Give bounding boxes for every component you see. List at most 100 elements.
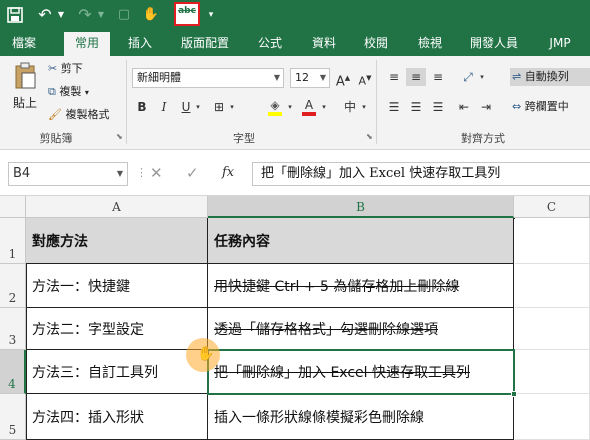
insert-function-icon[interactable]: fx bbox=[222, 165, 234, 180]
save-icon[interactable] bbox=[4, 4, 26, 26]
table-cell-b2[interactable]: 用快捷鍵 Ctrl + 5 為儲存格加上刪除線 bbox=[208, 264, 514, 308]
font-name-dropdown[interactable]: 新細明體 ▼ bbox=[132, 68, 284, 88]
row-header-3[interactable]: 3 bbox=[0, 308, 26, 350]
tab-data[interactable]: 資料 bbox=[304, 30, 344, 56]
tab-formulas[interactable]: 公式 bbox=[250, 30, 290, 56]
orientation-icon[interactable]: ⤢ bbox=[458, 68, 478, 86]
merge-center-button[interactable]: ⇔ 跨欄置中 bbox=[510, 98, 569, 116]
table-cell-a2[interactable]: 方法一：快捷鍵 bbox=[26, 264, 208, 308]
grow-font-label: A bbox=[335, 74, 345, 90]
paste-icon bbox=[15, 62, 36, 89]
touch-mode-icon[interactable]: ▢ bbox=[114, 4, 134, 26]
fill-color-dropdown-icon[interactable]: ▾ bbox=[286, 98, 294, 116]
shrink-font-label: A bbox=[358, 74, 367, 88]
merge-center-label: 跨欄置中 bbox=[524, 100, 569, 113]
row-header-4[interactable]: 4 bbox=[0, 350, 26, 394]
table-cell-a1[interactable]: 對應方法 bbox=[26, 218, 208, 264]
grow-font-button[interactable]: A▲ bbox=[334, 69, 352, 91]
align-top-icon[interactable]: ≡ bbox=[384, 68, 404, 86]
tab-jmp[interactable]: JMP bbox=[538, 30, 582, 56]
italic-button[interactable]: I bbox=[156, 98, 172, 116]
worksheet-grid[interactable]: A B C 1 2 3 4 5 對應方法 任務內容 方法一：快捷鍵 用快捷鍵 C… bbox=[0, 196, 590, 440]
redo-icon[interactable]: ↷ bbox=[74, 4, 96, 26]
copy-dropdown-icon: ▾ bbox=[84, 88, 89, 97]
format-painter-button[interactable]: 🖌 複製格式 bbox=[48, 106, 109, 124]
table-cell-b1[interactable]: 任務內容 bbox=[208, 218, 514, 264]
shrink-font-button[interactable]: A▼ bbox=[356, 69, 374, 91]
phonetic-dropdown-icon[interactable]: ▾ bbox=[360, 98, 368, 116]
column-header-a[interactable]: A bbox=[26, 196, 208, 218]
undo-icon[interactable]: ↶ bbox=[34, 4, 56, 26]
align-middle-icon[interactable]: ≡ bbox=[406, 68, 426, 86]
decrease-indent-icon[interactable]: ⇤ bbox=[454, 98, 474, 116]
table-cell-a4[interactable]: 方法三：自訂工具列 bbox=[26, 350, 208, 394]
align-bottom-icon[interactable]: ≡ bbox=[428, 68, 448, 86]
paste-button[interactable]: 貼上 bbox=[8, 62, 42, 120]
fill-handle[interactable] bbox=[511, 391, 517, 397]
column-header-b[interactable]: B bbox=[208, 196, 514, 218]
tab-insert[interactable]: 插入 bbox=[120, 30, 160, 56]
spelling-check-button[interactable]: abc bbox=[174, 2, 200, 26]
column-header-c[interactable]: C bbox=[514, 196, 590, 218]
borders-icon[interactable]: ⊞ bbox=[210, 98, 228, 116]
empty-cell[interactable] bbox=[515, 394, 590, 440]
tab-file[interactable]: 檔案 bbox=[4, 30, 44, 56]
fill-color-icon[interactable]: ◈ bbox=[266, 96, 284, 116]
underline-button[interactable]: U bbox=[178, 98, 194, 116]
redo-dropdown-icon[interactable]: ▼ bbox=[96, 4, 106, 26]
name-box-value: B4 bbox=[13, 166, 31, 181]
customize-qat-icon[interactable]: ▾ bbox=[206, 4, 216, 26]
paste-label: 貼上 bbox=[12, 96, 37, 110]
increase-indent-icon[interactable]: ⇥ bbox=[476, 98, 496, 116]
select-all-corner[interactable] bbox=[0, 196, 26, 218]
row-header-2[interactable]: 2 bbox=[0, 264, 26, 308]
table-cell-a3[interactable]: 方法二：字型設定 bbox=[26, 308, 208, 350]
wrap-text-label: 自動換列 bbox=[524, 70, 569, 83]
formula-bar-grip-icon: ⋮ bbox=[136, 166, 147, 179]
borders-dropdown-icon[interactable]: ▾ bbox=[228, 98, 236, 116]
name-box[interactable]: B4 ▼ bbox=[8, 162, 128, 186]
wrap-text-icon: ⇌ bbox=[512, 70, 522, 83]
font-color-button[interactable]: A bbox=[300, 96, 318, 116]
orientation-dropdown-icon[interactable]: ▾ bbox=[478, 68, 486, 86]
align-center-icon[interactable]: ☰ bbox=[406, 98, 426, 116]
quick-access-toolbar: ↶ ▼ ↷ ▼ ▢ ✋ abc ▾ bbox=[0, 0, 590, 30]
chevron-down-icon: ▼ bbox=[319, 73, 326, 82]
font-launcher-icon[interactable]: ⬊ bbox=[366, 132, 373, 141]
table-cell-a5[interactable]: 方法四：插入形狀 bbox=[26, 394, 208, 440]
enter-icon[interactable]: ✓ bbox=[186, 164, 199, 182]
ribbon: 貼上 ✂ 剪下 ⧉ 複製 ▾ 🖌 複製格式 剪貼簿 ⬊ 新細明體 ▼ 12 ▼ … bbox=[0, 56, 590, 150]
align-left-icon[interactable]: ☰ bbox=[384, 98, 404, 116]
empty-cell[interactable] bbox=[515, 308, 590, 350]
empty-cell[interactable] bbox=[515, 218, 590, 264]
table-cell-b4[interactable]: 把「刪除線」加入 Excel 快速存取工具列 bbox=[208, 350, 514, 394]
cancel-icon[interactable]: ✕ bbox=[150, 164, 163, 182]
bold-button[interactable]: B bbox=[134, 98, 150, 116]
empty-cell[interactable] bbox=[515, 350, 590, 394]
font-group-label: 字型 bbox=[233, 132, 255, 145]
wrap-text-button[interactable]: ⇌ 自動換列 bbox=[510, 68, 590, 86]
copy-button[interactable]: ⧉ 複製 ▾ bbox=[48, 83, 89, 102]
clipboard-launcher-icon[interactable]: ⬊ bbox=[116, 132, 123, 141]
custom-tool-icon[interactable]: ✋ bbox=[140, 4, 162, 26]
tab-page-layout[interactable]: 版面配置 bbox=[172, 30, 238, 56]
undo-dropdown-icon[interactable]: ▼ bbox=[56, 4, 66, 26]
brush-icon: 🖌 bbox=[48, 108, 62, 121]
ribbon-divider bbox=[376, 60, 377, 144]
tab-review[interactable]: 校閱 bbox=[356, 30, 396, 56]
table-cell-b3[interactable]: 透過「儲存格格式」勾選刪除線選項 bbox=[208, 308, 514, 350]
underline-dropdown-icon[interactable]: ▾ bbox=[194, 98, 202, 116]
phonetic-guide-button[interactable]: 中 bbox=[340, 98, 360, 116]
empty-cell[interactable] bbox=[515, 264, 590, 308]
font-size-dropdown[interactable]: 12 ▼ bbox=[290, 68, 330, 88]
tab-view[interactable]: 檢視 bbox=[410, 30, 450, 56]
cut-button[interactable]: ✂ 剪下 bbox=[48, 60, 83, 78]
tab-home[interactable]: 常用 bbox=[64, 32, 110, 56]
row-header-5[interactable]: 5 bbox=[0, 394, 26, 440]
font-color-dropdown-icon[interactable]: ▾ bbox=[320, 98, 328, 116]
row-header-1[interactable]: 1 bbox=[0, 218, 26, 264]
table-cell-b5[interactable]: 插入一條形狀線條模擬彩色刪除線 bbox=[208, 394, 514, 440]
tab-developer[interactable]: 開發人員 bbox=[462, 30, 526, 56]
align-right-icon[interactable]: ☰ bbox=[428, 98, 448, 116]
formula-input[interactable]: 把「刪除線」加入 Excel 快速存取工具列 bbox=[252, 162, 590, 186]
